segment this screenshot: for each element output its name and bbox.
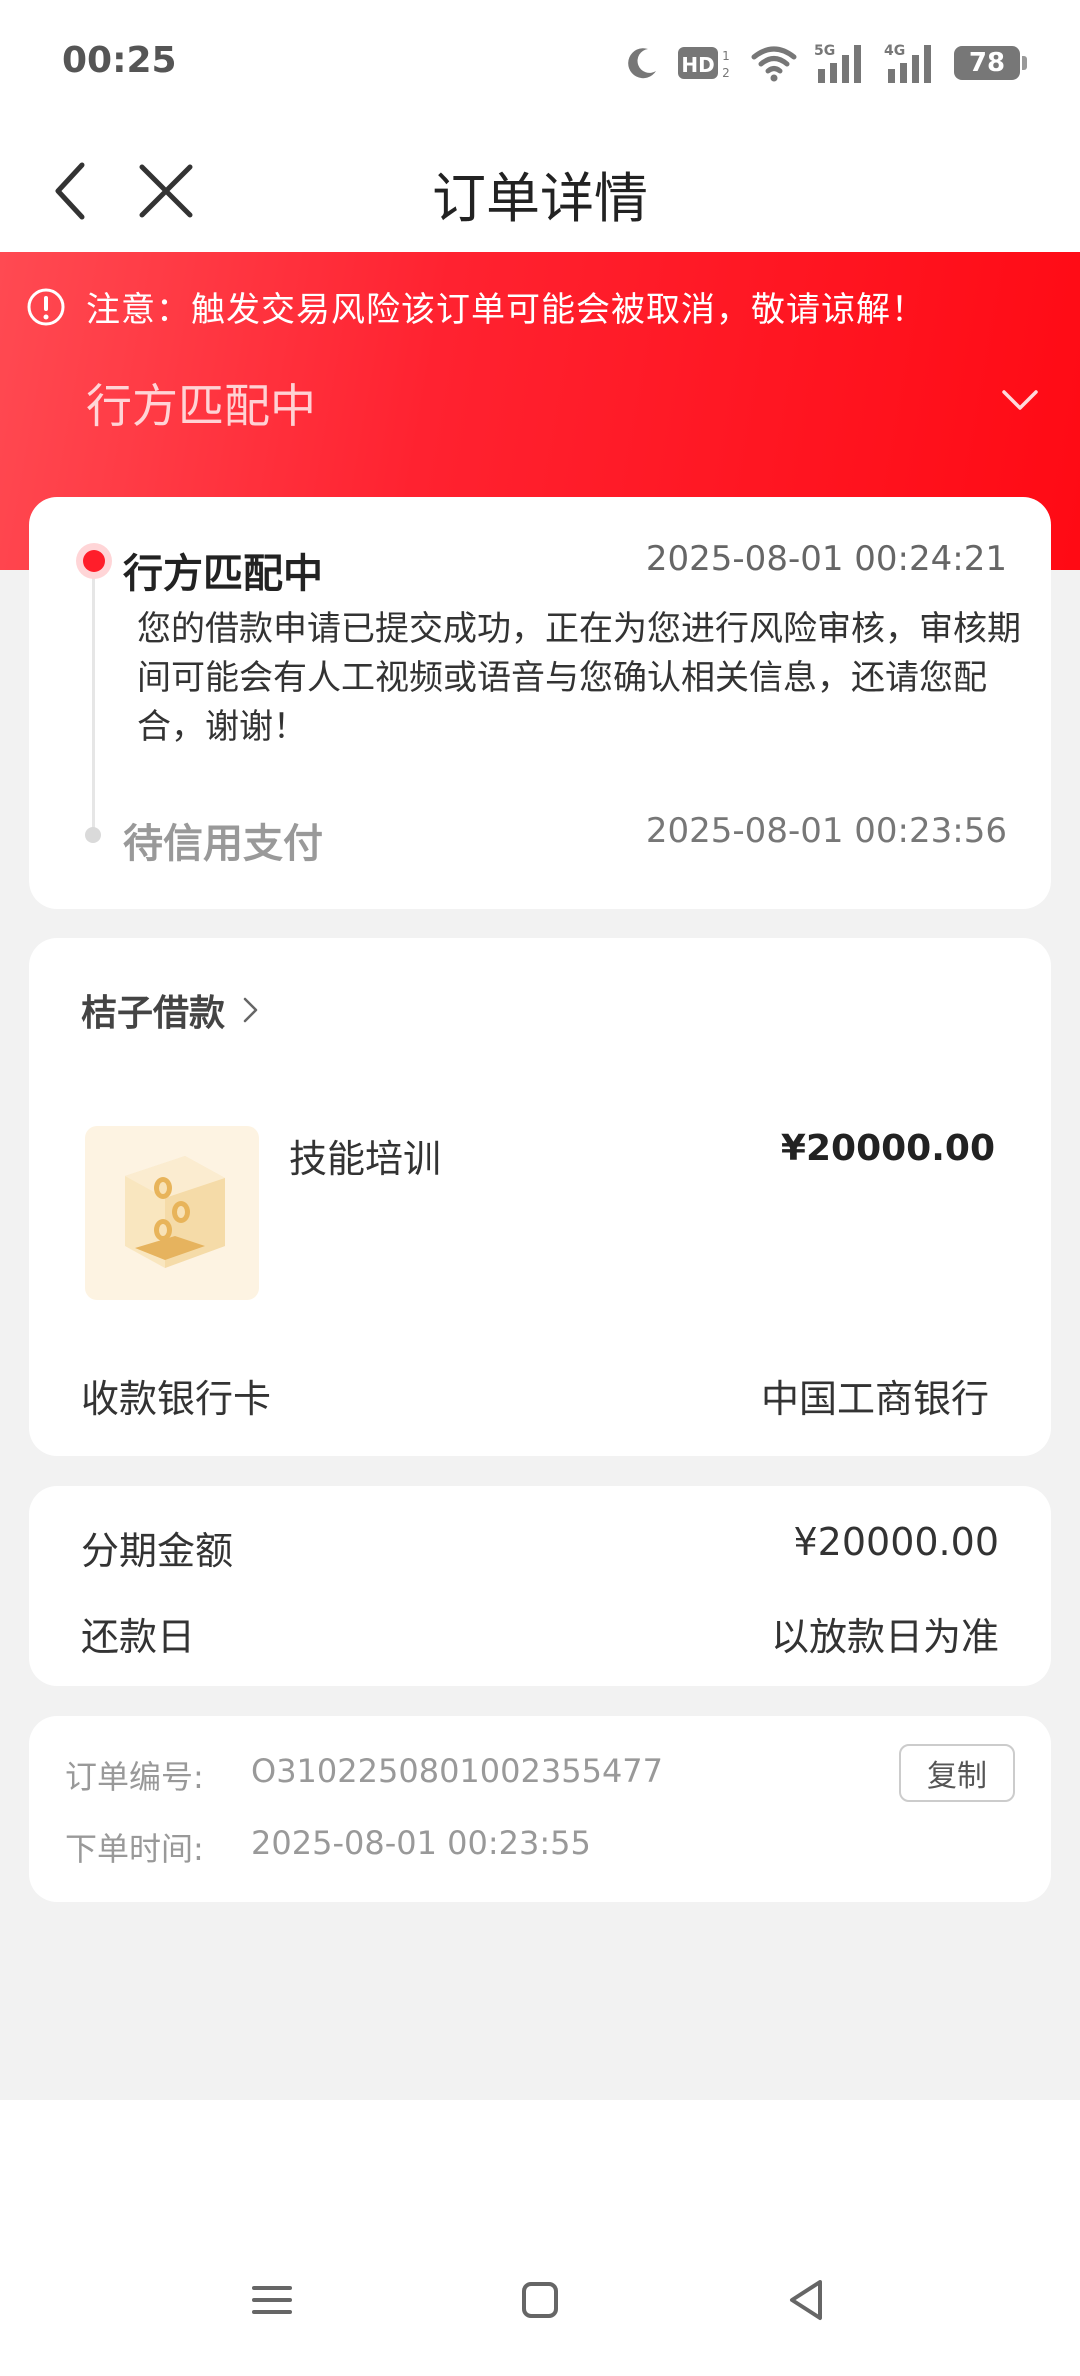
warning-text: 注意：触发交易风险该订单可能会被取消，敬请谅解！ (86, 290, 926, 330)
order-number-value: O3102250801002355477 (251, 1752, 664, 1790)
chevron-down-icon[interactable] (998, 378, 1042, 422)
svg-text:1: 1 (722, 49, 730, 63)
signal-4g-label: 4G (884, 43, 905, 59)
order-info-card: 订单编号: O3102250801002355477 复制 下单时间: 2025… (29, 1716, 1051, 1902)
bank-card-label: 收款银行卡 (81, 1377, 272, 1421)
timeline-step-title: 行方匹配中 (123, 551, 323, 597)
order-time-label: 下单时间: (65, 1830, 204, 1868)
hd-label: HD (681, 53, 714, 77)
timeline-line (92, 573, 95, 831)
copy-button[interactable]: 复制 (899, 1744, 1015, 1802)
warning-icon (27, 288, 65, 325)
lender-name: 桔子借款 (81, 993, 226, 1034)
repayment-day-value: 以放款日为准 (770, 1615, 999, 1659)
timeline-step-time: 2025-08-01 00:24:21 (645, 539, 1007, 579)
page-title: 订单详情 (432, 167, 648, 230)
signal-5g-label: 5G (814, 43, 835, 59)
timeline-dot-active (76, 543, 112, 579)
timeline-step-title: 待信用支付 (123, 821, 323, 867)
timeline-step-time: 2025-08-01 00:23:56 (645, 811, 1007, 851)
menu-icon[interactable] (242, 2270, 302, 2330)
order-number-label: 订单编号: (65, 1758, 204, 1796)
signal-5g-icon: 5G (814, 43, 861, 83)
moon-icon (628, 48, 656, 79)
installment-amount-label: 分期金额 (81, 1529, 234, 1573)
installment-amount-value: ¥20000.00 (793, 1520, 1000, 1564)
wifi-icon (751, 46, 797, 82)
repayment-day-label: 还款日 (81, 1615, 196, 1659)
status-icons: HD 1 2 5G 4G 78 (622, 38, 1027, 88)
status-bar: 00:25 HD 1 2 5G 4G 78 (0, 0, 1080, 130)
hd-icon: HD 1 2 (678, 47, 730, 80)
timeline-dot-idle (85, 827, 101, 843)
installment-card: 分期金额 ¥20000.00 还款日 以放款日为准 (29, 1486, 1051, 1686)
back-triangle-icon[interactable] (776, 2270, 836, 2330)
order-status-label: 行方匹配中 (86, 379, 316, 433)
loan-info-card: 桔子借款 技能培训 ¥20000.00 收款银行卡 中国工商银行 (29, 938, 1051, 1456)
home-icon[interactable] (510, 2270, 570, 2330)
product-image (85, 1126, 259, 1300)
coins-box-icon (125, 1156, 225, 1268)
risk-warning: 注意：触发交易风险该订单可能会被取消，敬请谅解！ (26, 282, 926, 331)
svg-text:2: 2 (722, 66, 730, 80)
timeline-step-description: 您的借款申请已提交成功，正在为您进行风险审核，审核期间可能会有人工视频或语音与您… (137, 609, 1021, 747)
progress-timeline-card: 行方匹配中 2025-08-01 00:24:21 您的借款申请已提交成功，正在… (29, 497, 1051, 909)
system-nav-bar (0, 2230, 1080, 2376)
bank-card-value: 中国工商银行 (760, 1377, 989, 1421)
lender-link[interactable]: 桔子借款 (81, 984, 267, 1036)
order-time-value: 2025-08-01 00:23:55 (251, 1824, 591, 1862)
battery-indicator: 78 (954, 46, 1027, 80)
status-time: 00:25 (62, 40, 177, 81)
product-name: 技能培训 (289, 1137, 442, 1181)
chevron-right-icon (243, 997, 258, 1023)
signal-4g-icon: 4G (884, 43, 931, 83)
loan-amount: ¥20000.00 (780, 1128, 995, 1169)
nav-bar: 订单详情 (0, 130, 1080, 252)
